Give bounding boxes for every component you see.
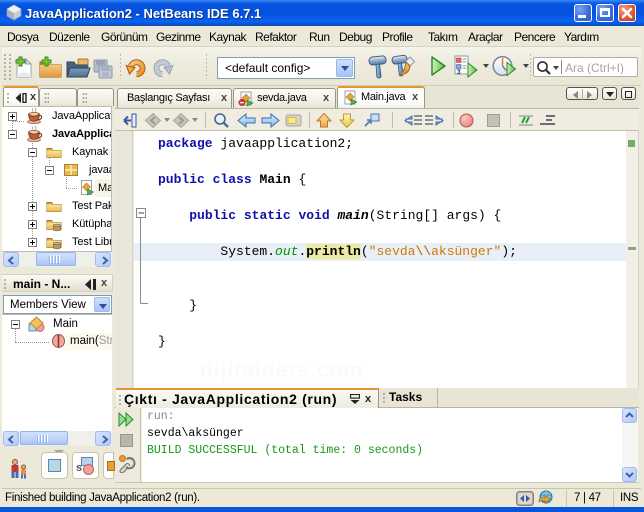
svg-text:3: 3 bbox=[457, 69, 461, 76]
